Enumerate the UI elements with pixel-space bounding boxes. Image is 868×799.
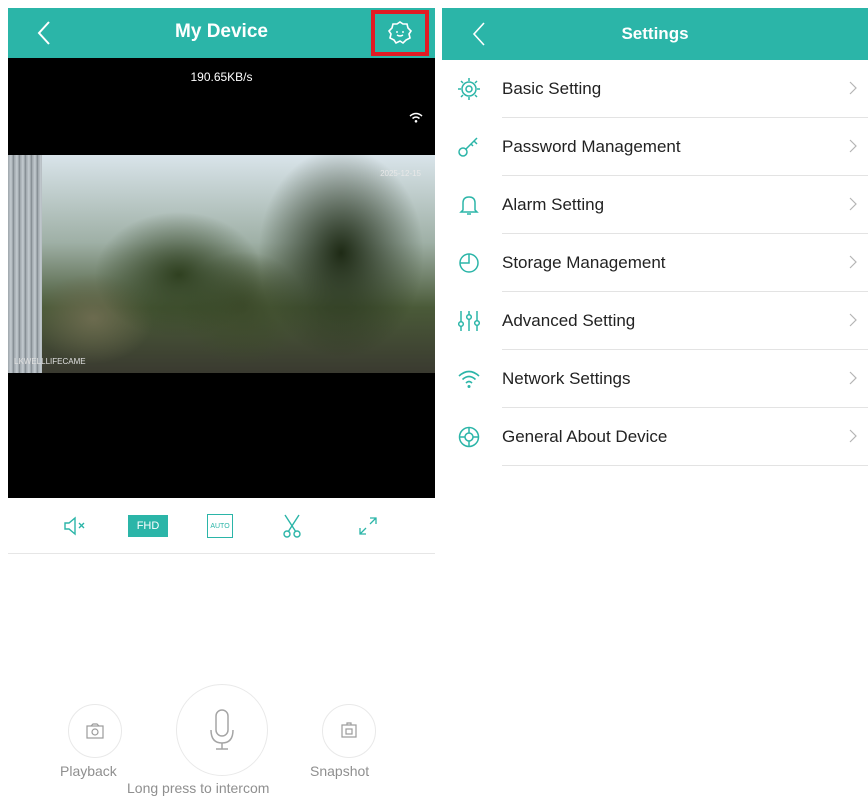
chevron-right-icon [849,197,857,211]
snapshot-camera-icon [341,722,357,738]
key-icon [456,134,482,160]
snapshot-label: Snapshot [310,763,370,779]
fullscreen-button[interactable] [348,512,388,540]
camera-frame: 2025-12-15 LKWELLLIFECAME [8,155,435,373]
settings-item-label: Advanced Setting [502,311,636,330]
chevron-right-icon [849,371,857,385]
settings-item-label: Network Settings [502,369,631,388]
my-device-screen: My Device 190.65KB/s 2025-12-15 LKWELLLI… [0,0,438,799]
microphone-icon [210,709,234,750]
live-video[interactable]: 190.65KB/s 2025-12-15 LKWELLLIFECAME [8,58,435,498]
settings-item-advanced[interactable]: Advanced Setting [442,292,868,350]
playback-label: Playback [60,763,117,779]
camera-watermark: LKWELLLIFECAME [14,357,86,366]
settings-item-storage[interactable]: Storage Management [442,234,868,292]
settings-list: Basic Setting Password Management Alarm … [442,60,868,466]
row-divider [502,465,868,466]
video-timestamp: 2025-12-15 [380,169,421,178]
lifebuoy-icon [456,424,482,450]
fhd-label: FHD [128,515,168,537]
intercom-hint: Long press to intercom [127,780,270,796]
settings-header: Settings [442,8,868,60]
bitrate-label: 190.65KB/s [190,70,253,84]
settings-item-network[interactable]: Network Settings [442,350,868,408]
chevron-right-icon [849,139,857,153]
settings-item-label: Password Management [502,137,681,156]
settings-item-label: Alarm Setting [502,195,605,214]
settings-item-basic[interactable]: Basic Setting [442,60,868,118]
chevron-right-icon [849,81,857,95]
auto-button[interactable]: AUTO [200,512,240,540]
device-header: My Device [8,8,435,58]
snapshot-button[interactable] [322,704,376,758]
player-controls: FHD AUTO [8,498,435,554]
page-title: Settings [621,24,689,43]
gear-icon [387,21,413,45]
speaker-muted-icon [64,516,85,536]
settings-item-label: General About Device [502,427,668,446]
settings-button[interactable] [371,10,429,56]
settings-item-alarm[interactable]: Alarm Setting [442,176,868,234]
pie-chart-icon [456,250,482,276]
settings-item-about[interactable]: General About Device [442,408,868,466]
settings-item-label: Basic Setting [502,79,602,98]
wifi-signal-icon [409,112,423,123]
playback-button[interactable] [68,704,122,758]
sliders-icon [456,308,482,334]
basic-setting-icon [456,76,482,102]
bell-icon [456,192,482,218]
wifi-icon [456,366,482,392]
chevron-right-icon [849,313,857,327]
settings-item-label: Storage Management [502,253,666,272]
intercom-button[interactable] [176,684,268,776]
camera-roll-icon [86,723,104,739]
scissors-icon [283,514,301,538]
auto-label: AUTO [207,514,233,538]
mute-button[interactable] [56,512,96,540]
wall-edge [8,155,42,373]
settings-item-password[interactable]: Password Management [442,118,868,176]
chevron-right-icon [849,255,857,269]
chevron-right-icon [849,429,857,443]
expand-icon [359,517,377,535]
clip-button[interactable] [272,512,312,540]
settings-screen: Settings Basic Setting Password Manageme… [442,0,868,799]
quality-fhd-button[interactable]: FHD [128,512,168,540]
